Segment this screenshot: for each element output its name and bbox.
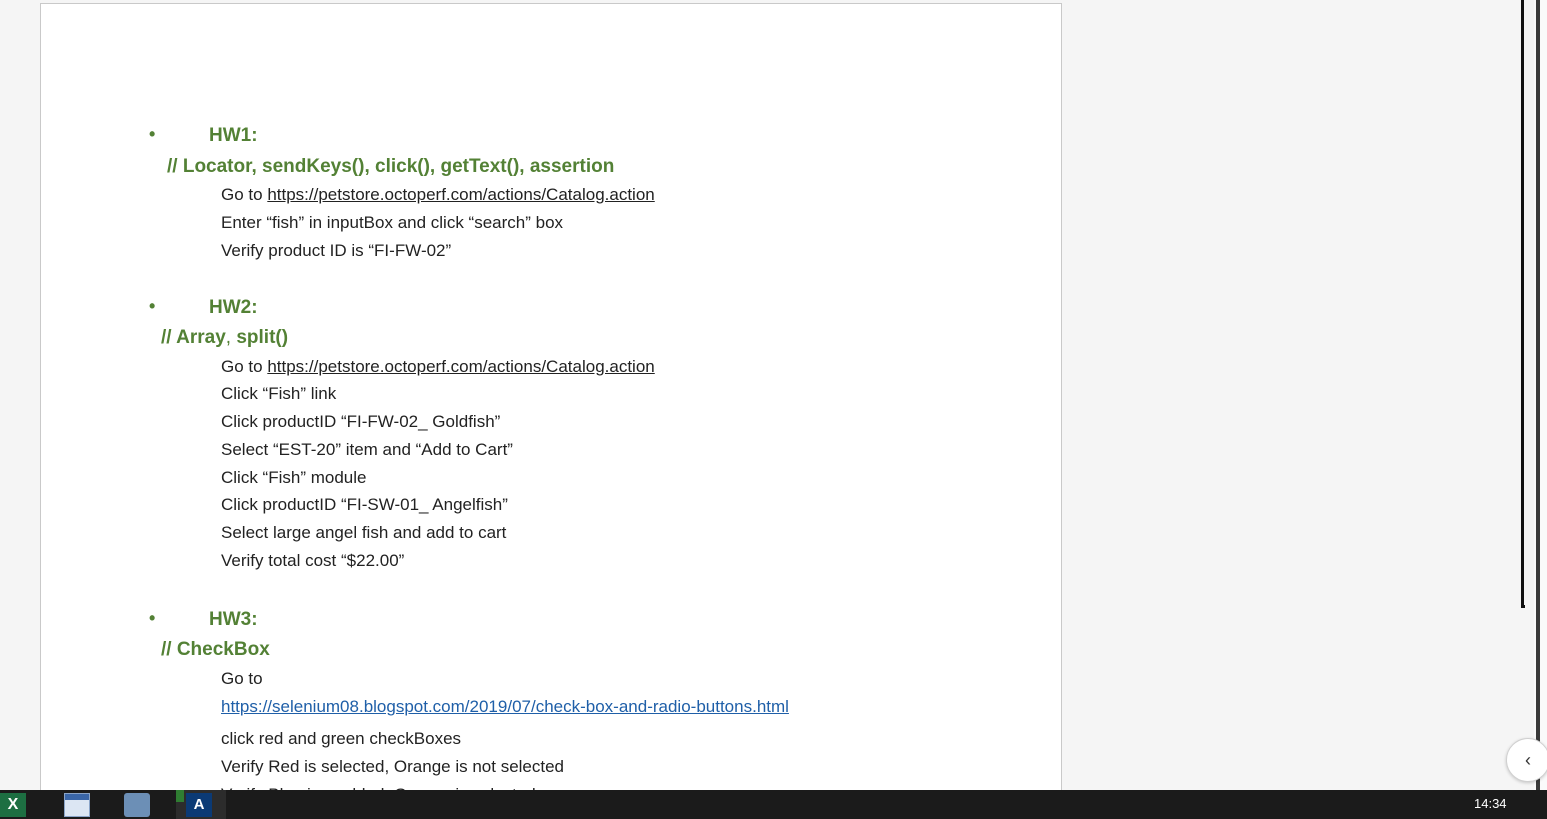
- hw2-step-1: Go to https://petstore.octoperf.com/acti…: [221, 357, 655, 376]
- hw2-title: HW2:: [209, 297, 258, 318]
- taskbar-active-indicator: [176, 790, 184, 802]
- hw1-subtitle: // Locator, sendKeys(), click(), getText…: [167, 156, 615, 177]
- scrollbar-track: [1536, 0, 1540, 790]
- taskbar: X A: [0, 790, 1547, 819]
- hw2-subtitle: // Array, split(): [161, 327, 289, 348]
- bullet-hw3: •: [149, 608, 156, 628]
- hw2-step-7: Select large angel fish and add to cart: [221, 523, 507, 542]
- remote-desktop-icon[interactable]: [124, 793, 150, 817]
- hw2-step-2: Click “Fish” link: [221, 384, 337, 403]
- hw1-title: HW1:: [209, 125, 258, 146]
- hw3-selenium-link[interactable]: https://selenium08.blogspot.com/2019/07/…: [221, 697, 789, 716]
- hw1-petstore-link[interactable]: https://petstore.octoperf.com/actions/Ca…: [267, 185, 654, 204]
- hw3-step-2: click red and green checkBoxes: [221, 729, 462, 748]
- hw1-step-2: Enter “fish” in inputBox and click “sear…: [221, 213, 564, 232]
- document-page: • HW1: // Locator, sendKeys(), click(), …: [40, 3, 1062, 805]
- hw2-step-6: Click productID “FI-SW-01_ Angelfish”: [221, 495, 508, 514]
- hw1-step-3: Verify product ID is “FI-FW-02”: [221, 241, 452, 260]
- chevron-left-icon: ‹: [1525, 749, 1531, 770]
- azure-icon[interactable]: A: [186, 793, 212, 817]
- side-panel-border: [1521, 0, 1525, 608]
- hw2-step-3: Click productID “FI-FW-02_ Goldfish”: [221, 412, 501, 431]
- hw2-step-8: Verify total cost “$22.00”: [221, 551, 405, 570]
- hw3-step-1: Go to: [221, 669, 263, 688]
- excel-icon[interactable]: X: [0, 793, 26, 817]
- bullet-hw1: •: [149, 124, 156, 144]
- hw2-step-5: Click “Fish” module: [221, 468, 367, 487]
- collapse-panel-button[interactable]: ‹: [1506, 738, 1547, 782]
- hw2-step-4: Select “EST-20” item and “Add to Cart”: [221, 440, 513, 459]
- taskbar-clock[interactable]: 14:34: [1474, 796, 1507, 811]
- bullet-hw2: •: [149, 296, 156, 316]
- vertical-scrollbar[interactable]: [1534, 0, 1547, 790]
- hw3-title: HW3:: [209, 609, 258, 630]
- hw1-step-1: Go to https://petstore.octoperf.com/acti…: [221, 185, 655, 204]
- hw3-subtitle: // CheckBox: [161, 639, 270, 660]
- hw3-step-link: https://selenium08.blogspot.com/2019/07/…: [221, 697, 789, 717]
- window-icon[interactable]: [64, 793, 90, 817]
- hw3-step-3: Verify Red is selected, Orange is not se…: [221, 757, 565, 776]
- hw2-petstore-link[interactable]: https://petstore.octoperf.com/actions/Ca…: [267, 357, 654, 376]
